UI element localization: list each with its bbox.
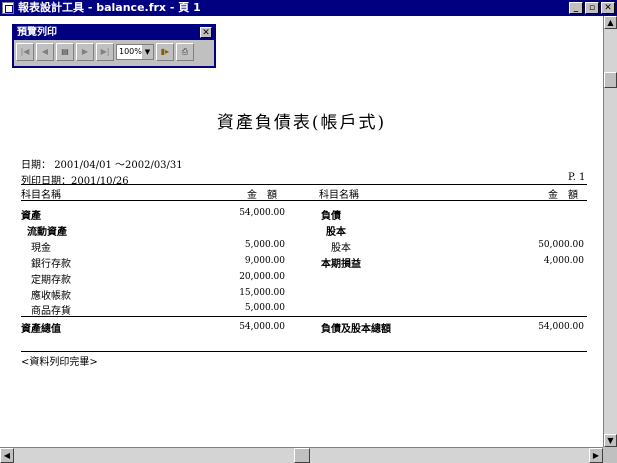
row-label: 應收帳款	[31, 291, 71, 302]
row-value: 5,000.00	[244, 240, 285, 250]
col-account-left: 科目名稱	[21, 190, 61, 201]
row-label: 商品存貨	[31, 306, 71, 317]
horizontal-scrollbar[interactable]: ◀ ▶	[0, 447, 603, 463]
minimize-button[interactable]: _	[569, 2, 583, 14]
chevron-down-icon: ▼	[142, 45, 153, 59]
row-label: 本期損益	[321, 259, 361, 270]
vertical-scroll-thumb[interactable]	[604, 72, 617, 88]
scroll-right-button[interactable]: ▶	[589, 448, 603, 463]
scrollbar-corner	[603, 447, 617, 463]
scroll-left-button[interactable]: ◀	[0, 448, 14, 463]
horizontal-scroll-thumb[interactable]	[294, 448, 310, 463]
row-label: 定期存款	[31, 275, 71, 286]
date-range: 日期： 2001/04/01 ～2002/03/31	[21, 156, 183, 171]
preview-toolbar-title-text: 預覽列印	[17, 27, 57, 38]
goto-page-button[interactable]: ▤	[56, 43, 74, 61]
zoom-value: 100%	[119, 47, 142, 56]
row-value: 4,000.00	[543, 256, 584, 266]
total-rule	[21, 316, 587, 317]
preview-toolbar[interactable]: 預覽列印 ✕ |◀ ◀ ▤ ▶ ▶| 100% ▼ ▮▸ ⎙	[12, 24, 216, 68]
header-bottom-rule	[21, 200, 587, 201]
row-label: 股本	[326, 227, 346, 238]
col-amount-right: 金 額	[548, 190, 578, 201]
date-label: 日期：	[21, 160, 51, 171]
total-left-label: 資產總值	[21, 324, 61, 335]
end-note: <資料列印完畢>	[21, 357, 98, 368]
row-label: 銀行存款	[31, 259, 71, 270]
maximize-button[interactable]: ▫	[585, 2, 599, 14]
next-page-button[interactable]: ▶	[76, 43, 94, 61]
row-value: 5,000.00	[244, 303, 285, 313]
row-label: 股本	[331, 243, 351, 254]
vertical-scrollbar[interactable]: ▲ ▼	[603, 16, 617, 447]
row-label: 流動資產	[27, 227, 67, 238]
date-range-value: 2001/04/01 ～2002/03/31	[54, 160, 183, 171]
window-title: 報表設計工具 - balance.frx - 頁 1	[18, 1, 201, 14]
row-value: 20,000.00	[239, 272, 285, 282]
printer-icon[interactable]: ⎙	[176, 43, 194, 61]
close-preview-icon[interactable]: ▮▸	[156, 43, 174, 61]
col-amount-left: 金 額	[247, 190, 277, 201]
header-top-rule	[21, 184, 587, 185]
end-rule	[21, 351, 587, 352]
zoom-select[interactable]: 100% ▼	[116, 44, 154, 60]
row-value: 54,000.00	[239, 208, 285, 218]
window-titlebar[interactable]: 報表設計工具 - balance.frx - 頁 1 _ ▫ ✕	[0, 0, 617, 16]
app-icon	[2, 2, 14, 14]
report-preview: 資產負債表(帳戶式) 日期： 2001/04/01 ～2002/03/31 列印…	[0, 16, 603, 447]
toolbar-close-button[interactable]: ✕	[200, 27, 212, 38]
prev-page-button[interactable]: ◀	[36, 43, 54, 61]
row-label: 現金	[31, 243, 51, 254]
total-right-label: 負債及股本總額	[321, 324, 391, 335]
total-left-value: 54,000.00	[239, 322, 285, 332]
last-page-button[interactable]: ▶|	[96, 43, 114, 61]
col-account-right: 科目名稱	[319, 190, 359, 201]
preview-toolbar-title[interactable]: 預覽列印 ✕	[14, 26, 214, 40]
row-value: 50,000.00	[538, 240, 584, 250]
first-page-button[interactable]: |◀	[16, 43, 34, 61]
close-button[interactable]: ✕	[601, 2, 615, 14]
total-right-value: 54,000.00	[538, 322, 584, 332]
scroll-up-button[interactable]: ▲	[604, 16, 617, 29]
row-value: 15,000.00	[239, 288, 285, 298]
scroll-down-button[interactable]: ▼	[604, 434, 617, 447]
row-label: 資產	[21, 211, 41, 222]
row-value: 9,000.00	[244, 256, 285, 266]
report-title: 資產負債表(帳戶式)	[216, 113, 387, 133]
page-number: P. 1	[568, 172, 586, 183]
row-label: 負債	[321, 211, 341, 222]
